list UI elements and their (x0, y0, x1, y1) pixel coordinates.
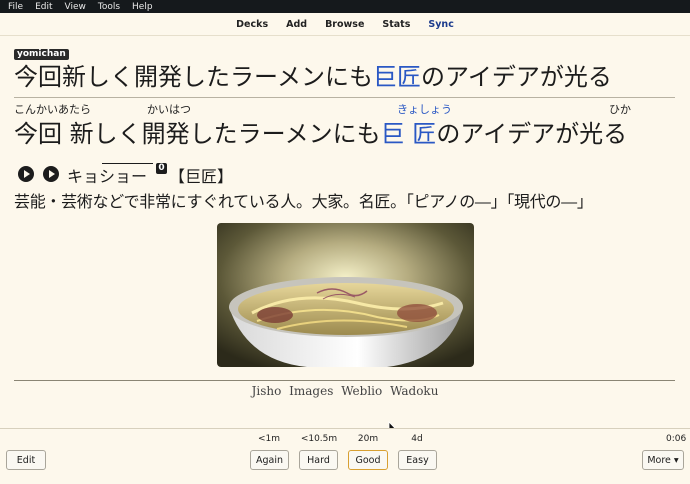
link-jisho[interactable]: Jisho (252, 384, 282, 398)
interval-hard: <10.5m (300, 434, 338, 444)
link-weblio[interactable]: Weblio (341, 384, 382, 398)
word-reading: キョショー (67, 167, 148, 186)
card-image (217, 223, 474, 367)
sentence-post: のアイデアが光る (421, 63, 612, 91)
pitch-accent-line (102, 163, 153, 164)
link-wadoku[interactable]: Wadoku (390, 384, 438, 398)
toolbar-browse[interactable]: Browse (325, 19, 364, 30)
easy-button[interactable]: Easy (398, 450, 437, 470)
pitch-accent-badge: 0 (156, 163, 167, 174)
menu-file[interactable]: File (8, 2, 23, 12)
lookup-links: Jisho Images Weblio Wadoku (0, 384, 690, 398)
play-audio-icon[interactable] (43, 166, 59, 182)
toolbar-add[interactable]: Add (286, 19, 307, 30)
menu-view[interactable]: View (65, 2, 86, 12)
definition: 芸能・芸術などで非常にすぐれている人。大家。名匠。「ピアノの―」「現代の―」 (14, 192, 593, 211)
good-button[interactable]: Good (348, 450, 388, 470)
sentence-target: 巨匠 (373, 63, 422, 91)
furigana-kaihatsu: かいはつ (147, 103, 191, 116)
menu-tools[interactable]: Tools (98, 2, 120, 12)
interval-good: 20m (357, 434, 379, 444)
toolbar-sync[interactable]: Sync (428, 19, 453, 30)
word-kanji: 【巨匠】 (169, 167, 234, 186)
interval-again: <1m (257, 434, 281, 444)
sentence-front: 今回新しく開発したラーメンにも巨匠のアイデアが光る (14, 61, 612, 93)
furigana-konkai-atara: こんかいあたら (14, 103, 91, 116)
menu-bar: File Edit View Tools Help (0, 0, 690, 13)
interval-easy: 4d (411, 434, 423, 444)
furigana-hika: ひか (609, 103, 631, 116)
sentence-furigana: 今回 新しく開発したラーメンにも巨 匠のアイデアが光る (14, 118, 627, 150)
review-timer: 0:06 (666, 434, 687, 444)
edit-button[interactable]: Edit (6, 450, 46, 470)
toolbar-decks[interactable]: Decks (236, 19, 268, 30)
again-button[interactable]: Again (250, 450, 289, 470)
sentence2-post: のアイデアが光る (436, 120, 628, 148)
hard-button[interactable]: Hard (299, 450, 338, 470)
sentence2-pre: 今回 新しく開発したラーメンにも (14, 120, 381, 148)
menu-help[interactable]: Help (132, 2, 153, 12)
play-audio-icon[interactable] (18, 166, 34, 182)
sentence2-target: 巨 匠 (380, 120, 437, 148)
menu-edit[interactable]: Edit (35, 2, 52, 12)
main-toolbar: Decks Add Browse Stats Sync (0, 13, 690, 36)
sentence-pre: 今回新しく開発したラーメンにも (14, 63, 374, 91)
link-images[interactable]: Images (289, 384, 333, 398)
card-tag: yomichan (14, 49, 69, 60)
divider (14, 97, 675, 98)
more-button[interactable]: More ▾ (642, 450, 684, 470)
divider-bottom (14, 380, 675, 381)
furigana-kyoshou: きょしょう (397, 103, 452, 116)
toolbar-stats[interactable]: Stats (382, 19, 410, 30)
